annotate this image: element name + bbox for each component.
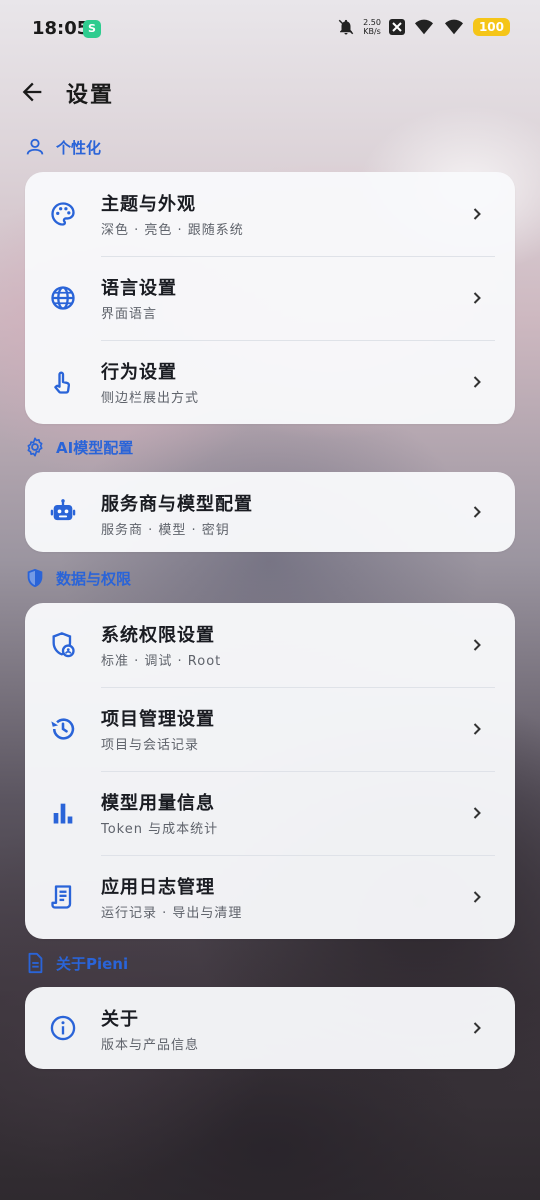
behavior-settings-item[interactable]: 行为设置 侧边栏展出方式 (25, 340, 515, 424)
chevron-right-icon (473, 723, 481, 735)
section-about-title: 关于Pieni (24, 951, 128, 975)
back-button[interactable] (14, 74, 50, 110)
section-data-permissions-card: 系统权限设置 标准 · 调试 · Root 项目管理设置 项目与会话记录 模型用… (25, 603, 515, 939)
item-title: 模型用量信息 (101, 793, 215, 814)
item-subtitle: 项目与会话记录 (101, 738, 200, 753)
section-personalization-card: 主题与外观 深色 · 亮色 · 跟随系统 语言设置 界面语言 行为设置 侧边栏展… (25, 172, 515, 424)
item-title: 关于 (101, 1009, 139, 1030)
system-permissions-item[interactable]: 系统权限设置 标准 · 调试 · Root (25, 603, 515, 687)
section-ai-model-title: AI模型配置 (24, 435, 133, 459)
about-item[interactable]: 关于 版本与产品信息 (25, 987, 515, 1069)
item-subtitle: 深色 · 亮色 · 跟随系统 (101, 223, 244, 238)
document-icon (28, 952, 43, 974)
item-title: 项目管理设置 (101, 709, 215, 730)
status-time: 18:05 (32, 18, 90, 39)
chevron-right-icon (473, 891, 481, 903)
theme-appearance-item[interactable]: 主题与外观 深色 · 亮色 · 跟随系统 (25, 172, 515, 256)
item-subtitle: Token 与成本统计 (101, 822, 219, 837)
app-notification-icon: S (83, 20, 101, 38)
section-data-permissions-title: 数据与权限 (24, 566, 131, 590)
status-bar: 18:05 S 2.50 KB/s 100 (0, 0, 540, 60)
shield-icon (27, 568, 43, 588)
item-subtitle: 版本与产品信息 (101, 1038, 200, 1053)
robot-icon (47, 496, 79, 528)
language-settings-item[interactable]: 语言设置 界面语言 (25, 256, 515, 340)
person-icon (26, 138, 44, 155)
chevron-right-icon (473, 208, 481, 220)
palette-icon (47, 198, 79, 230)
item-title: 主题与外观 (101, 194, 196, 215)
globe-icon (47, 282, 79, 314)
wifi-icon (444, 19, 463, 35)
signal-wifi-icon (414, 19, 433, 35)
provider-model-config-item[interactable]: 服务商与模型配置 服务商 · 模型 · 密钥 (25, 472, 515, 552)
net-speed: 2.50 KB/s (363, 18, 381, 36)
section-personalization-title: 个性化 (24, 135, 101, 159)
item-subtitle: 侧边栏展出方式 (101, 391, 200, 406)
item-title: 应用日志管理 (101, 877, 215, 898)
chevron-right-icon (473, 292, 481, 304)
item-subtitle: 界面语言 (101, 307, 158, 322)
receipt-icon (47, 881, 79, 913)
touch-icon (47, 366, 79, 398)
item-subtitle: 服务商 · 模型 · 密钥 (101, 523, 230, 538)
model-usage-item[interactable]: 模型用量信息 Token 与成本统计 (25, 771, 515, 855)
item-subtitle: 标准 · 调试 · Root (101, 654, 222, 669)
chevron-right-icon (473, 1022, 481, 1034)
gear-icon (27, 437, 43, 457)
back-arrow-icon (22, 82, 42, 102)
section-ai-model-card: 服务商与模型配置 服务商 · 模型 · 密钥 (25, 472, 515, 552)
history-icon (47, 713, 79, 745)
app-log-management-item[interactable]: 应用日志管理 运行记录 · 导出与清理 (25, 855, 515, 939)
chevron-right-icon (473, 376, 481, 388)
chevron-right-icon (473, 506, 481, 518)
item-title: 语言设置 (101, 278, 177, 299)
chevron-right-icon (473, 639, 481, 651)
item-title: 系统权限设置 (101, 625, 215, 646)
item-title: 行为设置 (101, 362, 177, 383)
bar-chart-icon (47, 797, 79, 829)
admin-shield-icon (47, 629, 79, 661)
page-title: 设置 (66, 83, 115, 108)
chevron-right-icon (473, 807, 481, 819)
section-about-card: 关于 版本与产品信息 (25, 987, 515, 1069)
close-box-icon (388, 19, 405, 35)
header: 设置 (0, 70, 540, 114)
item-subtitle: 运行记录 · 导出与清理 (101, 906, 243, 921)
mute-bell-icon (338, 19, 354, 35)
info-icon (47, 1012, 79, 1044)
item-title: 服务商与模型配置 (101, 494, 253, 515)
battery-indicator: 100 (472, 18, 510, 36)
project-management-item[interactable]: 项目管理设置 项目与会话记录 (25, 687, 515, 771)
